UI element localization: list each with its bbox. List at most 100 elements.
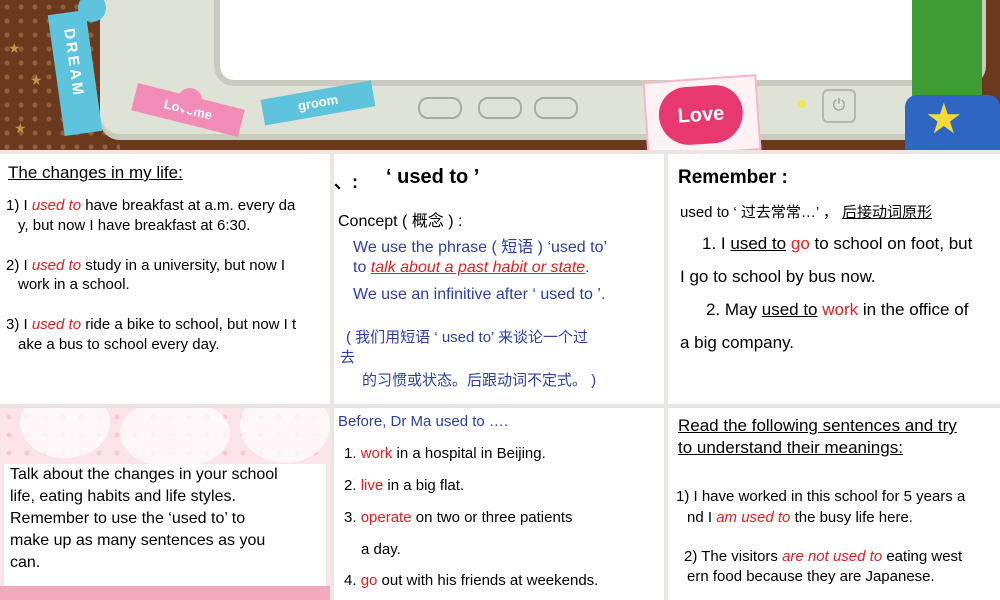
decorative-strip: [0, 586, 330, 600]
concept-text: to: [353, 259, 371, 276]
example-text: 2. May: [706, 300, 762, 319]
prompt-line: can.: [10, 554, 41, 571]
highlight-phrase: used to: [31, 257, 82, 274]
highlight-phrase: used to: [31, 197, 82, 214]
example-text: 1. I: [702, 234, 731, 253]
sentence-text: 3) I: [6, 316, 32, 333]
list-item: 2. live in a big flat.: [344, 477, 464, 494]
heart-icon: Love: [657, 83, 745, 147]
item-text: a day.: [361, 541, 401, 558]
love-card: Love: [642, 74, 762, 150]
sentence-text: 2) I: [6, 257, 32, 274]
prompt-line: Remember to use the ‘used to’ to: [10, 510, 246, 527]
sentence-3: 3) I used to ride a bike to school, but …: [6, 316, 296, 333]
sentence-text: 2) The visitors: [684, 548, 783, 565]
panel-heading: ‘ used to ’: [386, 166, 480, 188]
underlined-phrase: used to: [730, 234, 787, 253]
item-number: 1.: [344, 445, 357, 462]
item-number: 4.: [344, 572, 357, 589]
item-text: in a big flat.: [383, 477, 465, 494]
chinese-line-2: 去: [340, 349, 356, 366]
oval-button-icon: [478, 97, 522, 119]
highlight-verb: go: [360, 572, 378, 589]
concept-label: Concept ( 概念 ) :: [338, 213, 463, 230]
star-icon: ★: [8, 40, 21, 56]
right-arrow-button-icon: [534, 97, 578, 119]
panel-heading: Before, Dr Ma used to ….: [338, 413, 509, 430]
panel-read-sentences: Read the following sentences and try to …: [668, 408, 1000, 600]
highlight-verb: operate: [360, 509, 412, 526]
note-underlined: 后接动词原形: [842, 204, 933, 221]
sentence-1-line2: y, but now I have breakfast at 6:30.: [18, 217, 251, 234]
sentence-text: have breakfast at a.m. every da: [81, 197, 296, 214]
sentence-1: 1) I used to have breakfast at a.m. ever…: [6, 197, 295, 214]
concept-line-2: to talk about a past habit or state.: [353, 259, 590, 277]
item-text: out with his friends at weekends.: [377, 572, 599, 589]
example-1-line2: I go to school by bus now.: [680, 267, 876, 286]
sentence-2-line2: work in a school.: [18, 276, 130, 293]
panel-title: The changes in my life:: [8, 163, 183, 182]
highlight-phrase: used to: [31, 316, 82, 333]
list-item: 3. operate on two or three patients: [344, 509, 573, 526]
panel-remember: Remember : used to ‘ 过去常常…’ ， 后接动词原形 1. …: [668, 154, 1000, 404]
prompt-line: Talk about the changes in your school: [10, 466, 278, 483]
heading-prefix: 、:: [334, 172, 358, 192]
sentence-text: 1) I: [6, 197, 32, 214]
decorative-banner: ★ ★ ★ ⏻ DREAM Loveme groom Love ★: [0, 0, 1000, 150]
panel-changes-in-my-life: The changes in my life: 1) I used to hav…: [0, 154, 330, 404]
sentence-text: the busy life here.: [790, 509, 913, 526]
star-icon: ★: [925, 95, 963, 142]
sentence-2-line1: 2) The visitors are not used to eating w…: [684, 548, 962, 565]
led-icon: [798, 100, 806, 108]
sentence-2: 2) I used to study in a university, but …: [6, 257, 285, 274]
highlight-phrase: am used to: [716, 509, 791, 526]
chinese-line-3: 的习惯或状态。后跟动词不定式。 ): [362, 372, 597, 389]
prompt-line: make up as many sentences as you: [10, 532, 266, 549]
highlight-verb: live: [360, 477, 384, 494]
smiley-icon: [178, 88, 202, 112]
sentence-text: ride a bike to school, but now I t: [81, 316, 297, 333]
highlight-verb: work: [360, 445, 393, 462]
item-text: in a hospital in Beijing.: [392, 445, 546, 462]
note-text: used to ‘ 过去常常…’ ，: [680, 204, 838, 221]
item-number: 3.: [344, 509, 357, 526]
highlight-verb: go: [790, 234, 810, 253]
star-icon: ★: [14, 120, 27, 136]
sentence-text: study in a university, but now I: [81, 257, 286, 274]
sentence-1-line2: nd I am used to the busy life here.: [687, 509, 913, 526]
left-arrow-button-icon: [418, 97, 462, 119]
power-icon: ⏻: [822, 89, 856, 123]
highlight-phrase: are not used to: [782, 548, 883, 565]
item-text: on two or three patients: [411, 509, 573, 526]
example-text: to school on foot, but: [809, 234, 973, 253]
example-2-line2: a big company.: [680, 333, 795, 352]
list-item: a day.: [361, 541, 401, 558]
star-icon: ★: [30, 72, 43, 88]
example-1: 1. I used to go to school on foot, but: [702, 234, 972, 254]
monitor-screen: [220, 0, 980, 80]
underlined-phrase: used to: [761, 300, 818, 319]
panel-talk-about-changes: Talk about the changes in your school li…: [0, 408, 330, 600]
concept-line-3: We use an infinitive after ‘ used to ’.: [353, 286, 606, 303]
sentence-1-line1: 1) I have worked in this school for 5 ye…: [676, 488, 966, 505]
example-text: in the office of: [858, 300, 969, 319]
panel-heading-line-1: Read the following sentences and try: [678, 416, 957, 435]
list-item: 4. go out with his friends at weekends.: [344, 572, 598, 589]
sentence-text: eating west: [882, 548, 963, 565]
panel-dr-ma: Before, Dr Ma used to …. 1. work in a ho…: [334, 408, 664, 600]
concept-text: .: [585, 259, 590, 276]
concept-line-1: We use the phrase ( 短语 ) ‘used to’: [353, 239, 608, 256]
panel-used-to-concept: 、: ‘ used to ’ Concept ( 概念 ) : We use t…: [334, 154, 664, 404]
prompt-line: life, eating habits and life styles.: [10, 488, 236, 505]
example-2: 2. May used to work in the office of: [706, 300, 968, 320]
note-line: used to ‘ 过去常常…’ ， 后接动词原形: [680, 201, 932, 222]
panel-heading-line-2: to understand their meanings:: [678, 438, 903, 457]
prompt-box: Talk about the changes in your school li…: [4, 464, 326, 586]
panel-heading: Remember :: [678, 167, 788, 188]
cactus-icon: [912, 0, 982, 105]
item-number: 2.: [344, 477, 357, 494]
sentence-text: nd I: [687, 509, 717, 526]
highlight-phrase: talk about a past habit or state: [370, 259, 586, 276]
highlight-verb: work: [822, 300, 859, 319]
chinese-line-1: ( 我们用短语 ‘ used to’ 来谈论一个过: [346, 329, 588, 346]
